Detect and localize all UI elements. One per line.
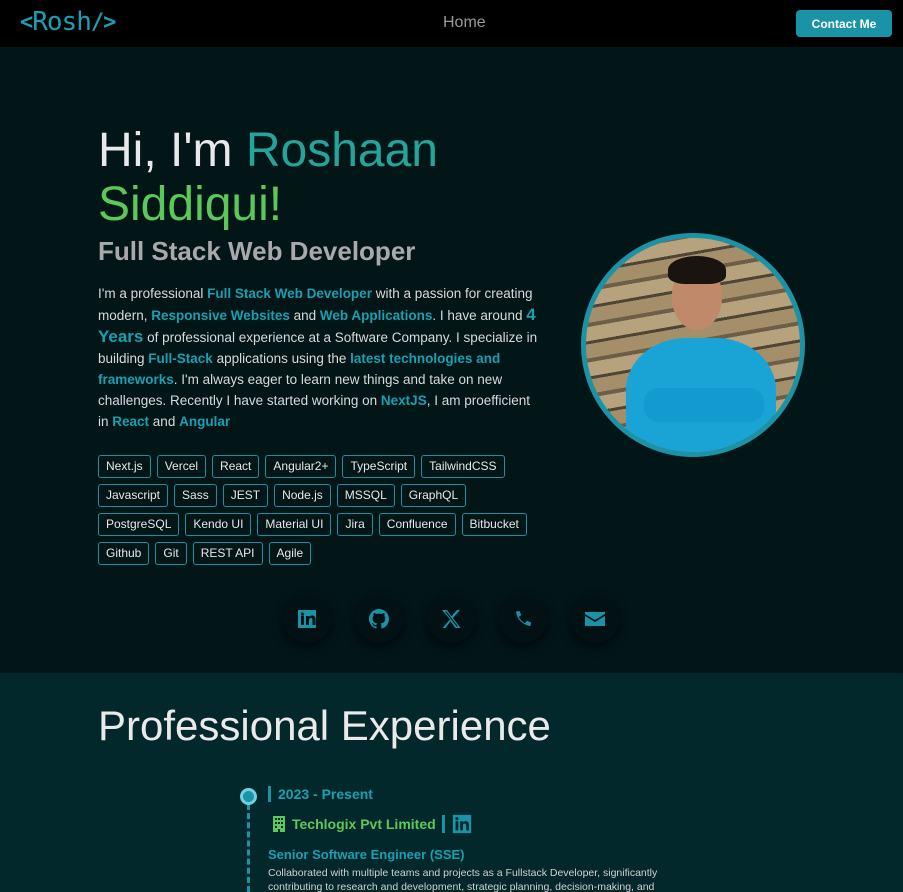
- site-logo[interactable]: < Rosh />: [20, 7, 116, 37]
- x-icon: [442, 610, 461, 628]
- github-icon: [368, 608, 389, 629]
- social-links: [283, 595, 619, 643]
- intro-highlight: NextJS: [380, 393, 427, 408]
- skill-tag: JEST: [222, 484, 269, 507]
- phone-button[interactable]: [499, 595, 547, 643]
- skill-tag: Node.js: [274, 484, 331, 507]
- hero-subtitle: Full Stack Web Developer: [98, 236, 416, 266]
- skill-tag: MSSQL: [336, 484, 395, 507]
- intro-text: I'm a professional: [98, 286, 208, 301]
- linkedin-button[interactable]: [283, 595, 331, 643]
- last-name: Siddiqui!: [98, 178, 283, 231]
- skill-tag: REST API: [192, 542, 263, 565]
- company-linkedin-icon[interactable]: [451, 813, 473, 835]
- skill-tag: Material UI: [257, 513, 332, 536]
- x-button[interactable]: [427, 595, 475, 643]
- intro-highlight: Web Applications: [319, 308, 433, 323]
- skill-tags: Next.js Vercel React Angular2+ TypeScript Tai…: [98, 455, 538, 565]
- skill-tag: GraphQL: [400, 484, 467, 507]
- email-button[interactable]: [571, 595, 619, 643]
- contact-me-button[interactable]: Contact Me: [796, 10, 892, 37]
- skill-tag: TailwindCSS: [421, 455, 505, 478]
- intro-text: . I have around: [432, 308, 527, 323]
- experience-role: Senior Software Engineer (SSE): [268, 847, 465, 862]
- building-icon: [273, 816, 285, 832]
- first-name: Roshaan: [245, 124, 438, 177]
- intro-highlight: Full Stack Web Developer: [207, 286, 372, 301]
- skill-tag: Git: [155, 542, 187, 565]
- skill-tag: PostgreSQL: [98, 513, 180, 536]
- intro-highlight: Full-Stack: [148, 351, 213, 366]
- github-button[interactable]: [355, 595, 403, 643]
- linkedin-icon: [298, 610, 316, 628]
- skill-tag: Angular2+: [265, 455, 337, 478]
- greeting-text: Hi, I'm: [98, 124, 246, 177]
- skill-tag: Vercel: [156, 455, 207, 478]
- experience-period: 2023 - Present: [268, 786, 373, 802]
- phone-icon: [516, 611, 531, 626]
- intro-text: and: [289, 308, 320, 323]
- company-name: Techlogix Pvt Limited: [292, 816, 436, 832]
- experience-title: Professional Experience: [98, 702, 551, 749]
- skill-tag: Confluence: [378, 513, 456, 536]
- skill-tag: Javascript: [98, 484, 169, 507]
- skill-tag: Kendo UI: [185, 513, 252, 536]
- intro-text: applications using the: [212, 351, 351, 366]
- logo-text: Rosh: [32, 7, 92, 37]
- email-icon: [585, 612, 605, 626]
- nav-home-link[interactable]: Home: [443, 14, 486, 32]
- logo-open-bracket: <: [20, 9, 33, 35]
- experience-company: Techlogix Pvt Limited: [272, 813, 473, 835]
- skill-tag: Sass: [174, 484, 217, 507]
- intro-highlight: React: [112, 414, 150, 429]
- skill-tag: TypeScript: [342, 455, 416, 478]
- hero-heading: Hi, I'm Roshaan Siddiqui!: [98, 124, 548, 232]
- intro-highlight: Responsive Websites: [151, 308, 290, 323]
- skill-tag: Bitbucket: [461, 513, 527, 536]
- skill-tag: Jira: [337, 513, 373, 536]
- top-navbar: < Rosh /> Home Contact Me: [0, 0, 903, 47]
- intro-text: and: [149, 414, 180, 429]
- profile-photo: [581, 233, 805, 457]
- skill-tag: React: [212, 455, 260, 478]
- skill-tag: Next.js: [98, 455, 151, 478]
- skill-tag: Agile: [268, 542, 312, 565]
- intro-highlight: Angular: [179, 414, 231, 429]
- experience-description: Collaborated with multiple teams and pro…: [268, 867, 658, 892]
- timeline-line: [247, 804, 250, 892]
- timeline-dot: [240, 788, 257, 805]
- logo-close-bracket: />: [90, 9, 116, 35]
- skill-tag: Github: [98, 542, 150, 565]
- intro-paragraph: I'm a professional Full Stack Web Develo…: [98, 283, 540, 432]
